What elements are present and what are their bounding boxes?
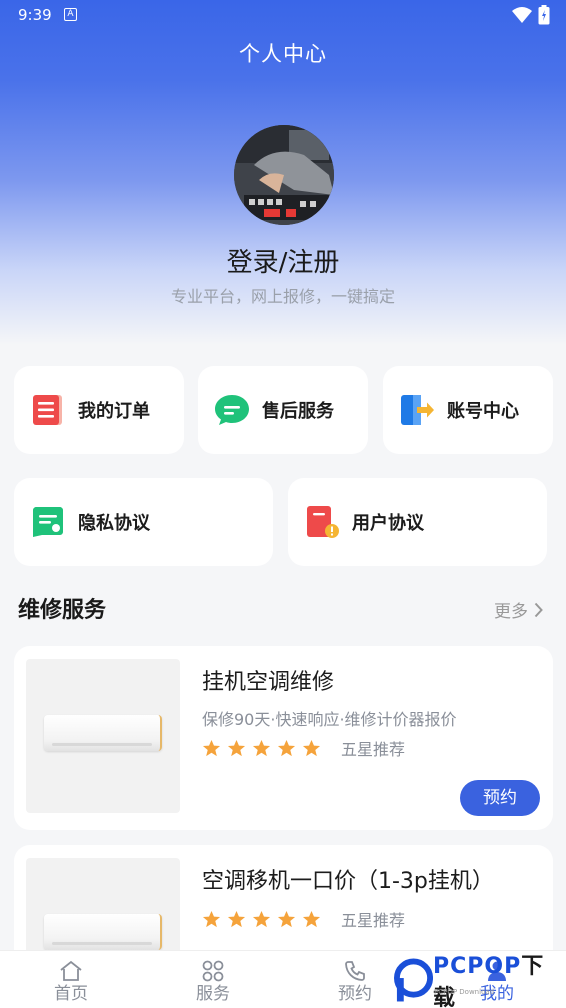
menu-after-sales[interactable]: 售后服务 xyxy=(198,366,368,454)
tab-label: 首页 xyxy=(54,984,88,1004)
more-link[interactable]: 更多 xyxy=(494,597,543,622)
account-icon xyxy=(401,395,434,425)
menu-label: 用户协议 xyxy=(352,513,424,534)
product-image xyxy=(26,659,180,813)
menu-label: 隐私协议 xyxy=(78,513,150,534)
product-card[interactable]: 挂机空调维修 保修90天·快速响应·维修计价器报价 五星推荐 预约 xyxy=(14,646,553,830)
rating-stars: 五星推荐 xyxy=(202,736,405,760)
avatar-image xyxy=(234,125,334,225)
chat-icon xyxy=(215,395,249,425)
air-conditioner-image xyxy=(44,715,162,751)
rating-text: 五星推荐 xyxy=(341,911,406,930)
product-name: 空调移机一口价（1-3p挂机） xyxy=(202,869,494,894)
battery-icon xyxy=(538,5,550,25)
rating-stars: 五星推荐 xyxy=(202,907,405,931)
page-title: 个人中心 xyxy=(239,42,327,66)
star-icon xyxy=(252,910,271,927)
privacy-icon xyxy=(33,507,63,537)
star-icon xyxy=(277,739,296,756)
product-name: 挂机空调维修 xyxy=(202,670,335,695)
star-icon xyxy=(252,739,271,756)
rating-text: 五星推荐 xyxy=(341,740,406,759)
air-conditioner-image xyxy=(44,914,162,950)
star-icon xyxy=(302,739,321,756)
login-register-link[interactable]: 登录/注册 xyxy=(0,242,566,279)
wifi-icon xyxy=(512,7,532,23)
menu-privacy-policy[interactable]: 隐私协议 xyxy=(14,478,273,566)
star-icon xyxy=(302,910,321,927)
more-label: 更多 xyxy=(494,602,528,622)
status-time: 9:39 xyxy=(18,6,52,24)
status-bar: 9:39 A xyxy=(0,0,566,30)
tab-service[interactable]: 服务 xyxy=(173,951,253,1008)
star-icon xyxy=(277,910,296,927)
watermark: PCPOP下载 PCPOP Download xyxy=(394,954,564,1008)
tab-home[interactable]: 首页 xyxy=(31,951,111,1008)
profile-subtitle: 专业平台，网上报修，一键搞定 xyxy=(170,287,395,306)
watermark-logo xyxy=(394,958,434,1002)
order-icon xyxy=(33,395,62,425)
tab-booking[interactable]: 预约 xyxy=(315,951,395,1008)
section-title: 维修服务 xyxy=(18,598,107,623)
star-icon xyxy=(202,910,221,927)
avatar[interactable] xyxy=(234,125,334,225)
menu-my-orders[interactable]: 我的订单 xyxy=(14,366,184,454)
book-button[interactable]: 预约 xyxy=(460,780,540,816)
menu-label: 售后服务 xyxy=(262,401,334,422)
menu-account-center[interactable]: 账号中心 xyxy=(383,366,553,454)
chevron-right-icon xyxy=(534,602,543,617)
product-description: 保修90天·快速响应·维修计价器报价 xyxy=(202,710,457,729)
star-icon xyxy=(227,910,246,927)
notification-icon: A xyxy=(64,8,77,21)
menu-label: 账号中心 xyxy=(447,401,519,422)
star-icon xyxy=(227,739,246,756)
menu-label: 我的订单 xyxy=(78,401,150,422)
star-icon xyxy=(202,739,221,756)
watermark-text: PCPOP下载 xyxy=(433,954,545,1008)
menu-user-agreement[interactable]: 用户协议 xyxy=(288,478,547,566)
tab-label: 预约 xyxy=(338,984,372,1004)
tab-label: 服务 xyxy=(196,984,230,1004)
agreement-icon xyxy=(307,506,339,538)
watermark-subtext: PCPOP Download xyxy=(434,988,495,996)
